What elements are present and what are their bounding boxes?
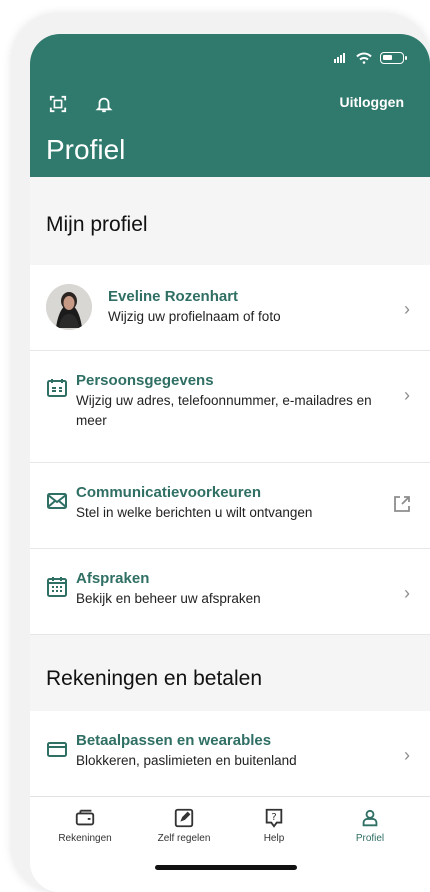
nav-profile[interactable]: Profiel <box>330 805 410 844</box>
personal-details-title: Persoonsgegevens <box>76 372 214 389</box>
chevron-right-icon: › <box>404 299 410 319</box>
nav-label-help: Help <box>263 833 285 844</box>
bell-icon[interactable] <box>94 94 114 114</box>
scan-icon[interactable] <box>48 94 68 114</box>
main-content: Mijn profiel Eveline Rozenhart Wijzig uw… <box>30 177 430 797</box>
communication-preferences-text: Communicatievoorkeuren Stel in welke ber… <box>76 483 386 523</box>
nav-label-self-service: Zelf regelen <box>157 833 211 844</box>
communication-preferences-subtitle: Stel in welke berichten u wilt ontvangen <box>76 505 313 520</box>
signal-icon <box>334 53 348 63</box>
bottom-navigation: Rekeningen Zelf regelen ? Help Profiel <box>30 796 430 892</box>
section-title: Mijn profiel <box>46 213 148 236</box>
edit-icon <box>144 805 224 831</box>
nav-label-profile: Profiel <box>355 833 385 844</box>
calendar-icon <box>47 577 67 597</box>
battery-icon <box>380 52 407 64</box>
cards-wearables-title: Betaalpassen en wearables <box>76 732 272 749</box>
appointments-row[interactable]: Afspraken Bekijk en beheer uw afspraken … <box>30 549 430 635</box>
section-header-accounts: Rekeningen en betalen <box>30 635 430 711</box>
credit-card-icon <box>47 742 67 757</box>
communication-preferences-row[interactable]: Communicatievoorkeuren Stel in welke ber… <box>30 463 430 549</box>
phone: Uitloggen Profiel Mijn profiel Eveline R… <box>0 0 430 892</box>
header-icons <box>48 94 114 114</box>
external-link-icon <box>394 496 410 512</box>
profile-text: Eveline Rozenhart Wijzig uw profielnaam … <box>108 287 386 327</box>
cards-wearables-row[interactable]: Betaalpassen en wearables Blokkeren, pas… <box>30 711 430 795</box>
appointments-title: Afspraken <box>76 570 150 587</box>
avatar <box>46 284 92 330</box>
profile-name: Eveline Rozenhart <box>108 288 239 305</box>
id-card-icon <box>47 379 67 397</box>
app-header: Uitloggen Profiel <box>30 34 430 177</box>
mail-icon <box>47 493 67 509</box>
wallet-icon <box>45 805 125 831</box>
chevron-right-icon: › <box>404 745 410 765</box>
home-indicator[interactable] <box>155 865 297 870</box>
logout-button[interactable]: Uitloggen <box>339 94 404 110</box>
appointments-subtitle: Bekijk en beheer uw afspraken <box>76 591 261 606</box>
help-icon: ? <box>234 805 314 831</box>
communication-preferences-title: Communicatievoorkeuren <box>76 484 262 501</box>
nav-self-service[interactable]: Zelf regelen <box>144 805 224 844</box>
status-bar <box>334 52 407 64</box>
profile-row[interactable]: Eveline Rozenhart Wijzig uw profielnaam … <box>30 265 430 351</box>
profile-icon <box>330 805 410 831</box>
cards-wearables-subtitle: Blokkeren, paslimieten en buitenland <box>76 753 297 768</box>
section-title: Rekeningen en betalen <box>46 667 263 690</box>
appointments-text: Afspraken Bekijk en beheer uw afspraken <box>76 569 386 609</box>
app-screen: Uitloggen Profiel Mijn profiel Eveline R… <box>30 34 430 892</box>
page-title: Profiel <box>46 134 126 165</box>
svg-text:?: ? <box>271 812 276 823</box>
profile-subtitle: Wijzig uw profielnaam of foto <box>108 309 281 324</box>
chevron-right-icon: › <box>404 385 410 405</box>
section-header-my-profile: Mijn profiel <box>30 177 430 265</box>
chevron-right-icon: › <box>404 583 410 603</box>
personal-details-subtitle: Wijzig uw adres, telefoonnummer, e-maila… <box>76 393 372 428</box>
personal-details-row[interactable]: Persoonsgegevens Wijzig uw adres, telefo… <box>30 351 430 463</box>
cards-wearables-text: Betaalpassen en wearables Blokkeren, pas… <box>76 731 386 771</box>
nav-label-accounts: Rekeningen <box>58 833 112 844</box>
personal-details-text: Persoonsgegevens Wijzig uw adres, telefo… <box>76 371 386 431</box>
wifi-icon <box>356 52 372 64</box>
nav-accounts[interactable]: Rekeningen <box>45 805 125 844</box>
nav-help[interactable]: ? Help <box>234 805 314 844</box>
